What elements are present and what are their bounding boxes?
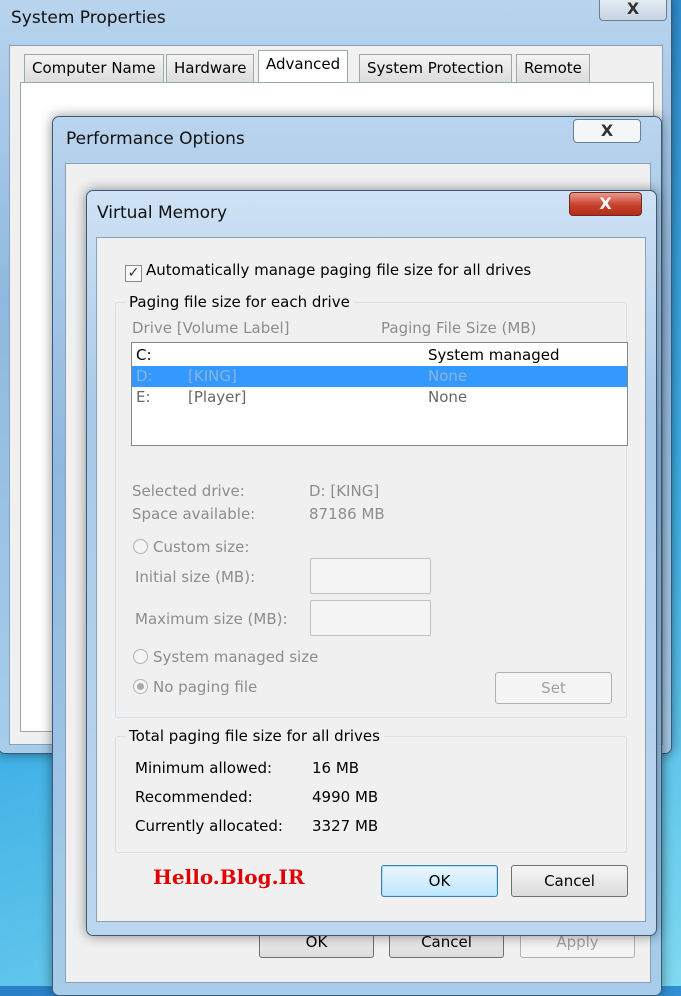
drive-row[interactable]: E: [Player] None — [132, 387, 627, 408]
paging-size: System managed — [428, 346, 560, 364]
close-button[interactable]: X — [569, 192, 642, 216]
radio-icon — [133, 679, 148, 694]
window-title: System Properties — [11, 8, 166, 28]
window-title: Virtual Memory — [97, 203, 228, 223]
virtual-memory-window: Virtual Memory X ✓ Automatically manage p… — [86, 190, 657, 936]
col-size-header: Paging File Size (MB) — [381, 319, 537, 337]
paging-size: None — [428, 367, 468, 385]
maximum-size-input[interactable] — [310, 600, 431, 636]
set-button[interactable]: Set — [495, 672, 612, 704]
system-managed-radio[interactable]: System managed size — [133, 648, 318, 666]
selected-drive-label: Selected drive: — [132, 482, 245, 500]
volume-label: [KING] — [188, 367, 237, 385]
minimum-allowed-value: 16 MB — [312, 759, 360, 777]
tab-computer-name[interactable]: Computer Name — [24, 54, 164, 82]
system-managed-label: System managed size — [153, 648, 319, 666]
space-available-label: Space available: — [132, 505, 256, 523]
checkmark-icon: ✓ — [125, 265, 142, 282]
drive-row[interactable]: D: [KING] None — [132, 366, 627, 387]
ok-button[interactable]: OK — [381, 865, 498, 897]
close-button[interactable]: X — [573, 119, 641, 143]
minimum-allowed-label: Minimum allowed: — [135, 759, 273, 777]
initial-size-input[interactable] — [310, 558, 431, 594]
drive-letter: C: — [136, 346, 152, 364]
no-paging-label: No paging file — [153, 678, 258, 696]
tab-system-protection[interactable]: System Protection — [359, 54, 512, 82]
no-paging-radio[interactable]: No paging file — [133, 678, 257, 696]
virtual-memory-body: ✓ Automatically manage paging file size f… — [96, 237, 646, 922]
custom-size-radio[interactable]: Custom size: — [133, 538, 249, 556]
window-title: Performance Options — [66, 129, 245, 149]
watermark: Hello.Blog.IR — [153, 865, 305, 889]
recommended-value: 4990 MB — [312, 788, 379, 806]
tab-advanced[interactable]: Advanced — [258, 50, 349, 82]
drive-letter: D: — [136, 367, 153, 385]
auto-manage-checkbox[interactable]: ✓ Automatically manage paging file size f… — [125, 261, 531, 282]
drive-row[interactable]: C: System managed — [132, 345, 627, 366]
currently-allocated-value: 3327 MB — [312, 817, 379, 835]
auto-manage-label: Automatically manage paging file size fo… — [146, 261, 532, 279]
initial-size-label: Initial size (MB): — [135, 568, 256, 586]
paging-size: None — [428, 388, 468, 406]
total-group-label: Total paging file size for all drives — [125, 727, 384, 745]
tab-hardware[interactable]: Hardware — [166, 54, 255, 82]
cancel-button[interactable]: Cancel — [511, 865, 628, 897]
drive-list[interactable]: C: System managed D: [KING] None E: [Player] No… — [131, 342, 628, 446]
currently-allocated-label: Currently allocated: — [135, 817, 283, 835]
radio-icon — [133, 539, 148, 554]
maximum-size-label: Maximum size (MB): — [135, 610, 288, 628]
recommended-label: Recommended: — [135, 788, 253, 806]
tab-remote[interactable]: Remote — [516, 54, 590, 82]
drive-letter: E: — [136, 388, 151, 406]
close-button[interactable]: X — [599, 0, 667, 21]
custom-size-label: Custom size: — [153, 538, 250, 556]
space-available-value: 87186 MB — [309, 505, 385, 523]
radio-icon — [133, 649, 148, 664]
paging-group-label: Paging file size for each drive — [125, 293, 354, 311]
volume-label: [Player] — [188, 388, 247, 406]
selected-drive-value: D: [KING] — [309, 482, 380, 500]
col-drive-header: Drive [Volume Label] — [132, 319, 290, 337]
